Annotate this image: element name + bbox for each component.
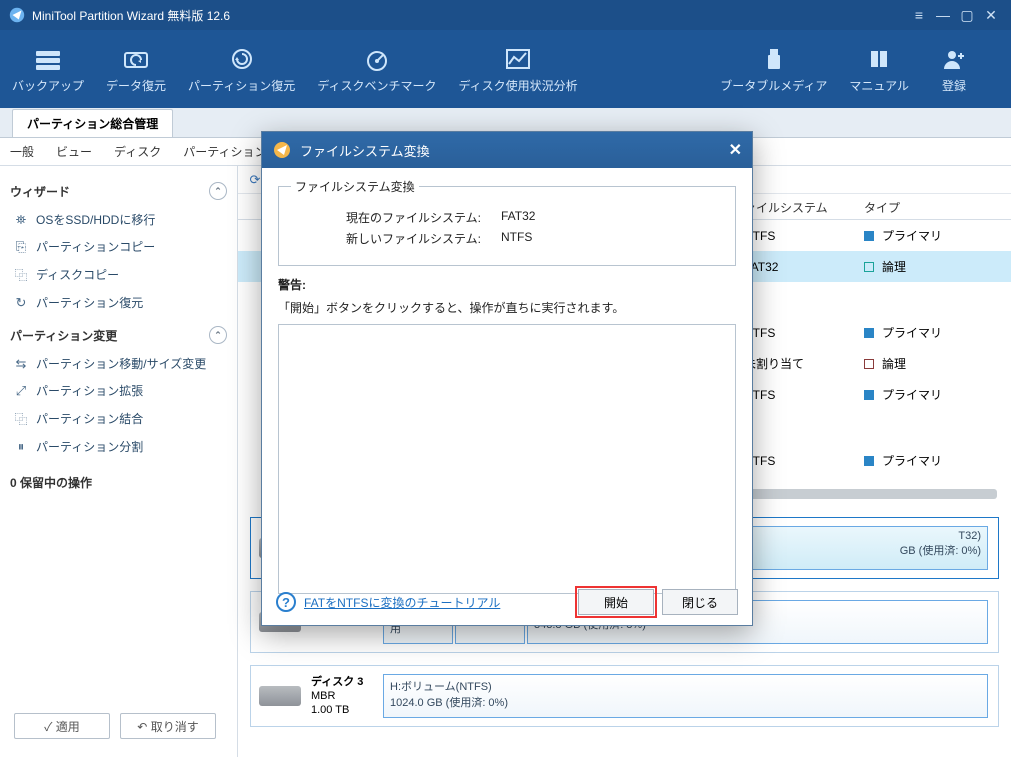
titlebar: MiniTool Partition Wizard 無料版 12.6 ≡ — ▢… [0, 0, 1011, 30]
app-icon [8, 6, 26, 24]
sidebar-merge[interactable]: ⿻パーティション結合 [10, 404, 227, 433]
merge-icon: ⿻ [12, 409, 30, 428]
disk-icon [259, 686, 301, 706]
app-title: MiniTool Partition Wizard 無料版 12.6 [32, 7, 907, 24]
ribbon-register[interactable]: 登録 [931, 45, 977, 94]
sidebar-partition-recovery[interactable]: ↻パーティション復元 [10, 289, 227, 316]
tab-partition-management[interactable]: パーティション総合管理 [12, 109, 173, 137]
dialog-title: ファイルシステム変換 [300, 141, 430, 160]
menu-button[interactable]: ≡ [907, 7, 931, 23]
ribbon-manual[interactable]: マニュアル [849, 45, 909, 94]
menu-partition[interactable]: パーティション [183, 143, 266, 160]
backup-icon [32, 45, 64, 73]
th-filesystem: ァイルシステム [736, 194, 856, 219]
dialog-log-box [278, 324, 736, 594]
sidebar-split[interactable]: ⏸パーティション分割 [10, 433, 227, 460]
th-type: タイプ [856, 194, 1011, 219]
sidebar-wizard-title: ウィザード⌃ [10, 182, 227, 200]
sidebar-extend[interactable]: ⤢パーティション拡張 [10, 377, 227, 404]
start-button[interactable]: 開始 [578, 589, 654, 615]
extend-icon: ⤢ [12, 383, 30, 399]
current-fs-value: FAT32 [501, 209, 535, 226]
ribbon: バックアップ データ復元 パーティション復元 ディスクベンチマーク ディスク使用… [0, 30, 1011, 108]
partition-recovery-icon [226, 45, 258, 73]
chevron-up-icon-2[interactable]: ⌃ [209, 326, 227, 344]
ribbon-backup[interactable]: バックアップ [12, 45, 84, 94]
book-icon [863, 45, 895, 73]
close-dialog-button[interactable]: 閉じる [662, 589, 738, 615]
dialog-note: 「開始」ボタンをクリックすると、操作が直ちに実行されます。 [278, 299, 736, 316]
split-icon: ⏸ [12, 439, 30, 455]
apply-button[interactable]: ✓ 適用 [14, 713, 110, 739]
usage-icon [502, 45, 534, 73]
benchmark-icon [361, 45, 393, 73]
resize-icon: ⇆ [12, 356, 30, 372]
type-square-icon [864, 456, 874, 466]
dialog-legend: ファイルシステム変換 [291, 178, 419, 195]
maximize-button[interactable]: ▢ [955, 7, 979, 24]
new-fs-value: NTFS [501, 230, 532, 247]
type-square-icon [864, 231, 874, 241]
new-fs-label: 新しいファイルシステム: [291, 230, 501, 247]
menu-general[interactable]: 一般 [10, 143, 34, 160]
recovery-icon [120, 45, 152, 73]
ribbon-datarecovery[interactable]: データ復元 [106, 45, 166, 94]
ribbon-benchmark[interactable]: ディスクベンチマーク [317, 45, 436, 94]
dialog-icon [272, 140, 292, 160]
copy-partition-icon: ⎘ [12, 239, 30, 255]
migrate-icon: ⛯ [12, 212, 30, 228]
tutorial-link[interactable]: FATをNTFSに変換のチュートリアル [304, 594, 500, 611]
diskmap-disk3[interactable]: ディスク 3 MBR 1.00 TB H:ボリューム(NTFS) 1024.0 … [250, 665, 999, 727]
user-plus-icon [938, 45, 970, 73]
type-square-icon [864, 359, 874, 369]
type-square-icon [864, 262, 874, 272]
convert-fs-dialog: ファイルシステム変換 ✕ ファイルシステム変換 現在のファイルシステム:FAT3… [261, 131, 753, 626]
sidebar-copy-disk[interactable]: ⿻ディスクコピー [10, 260, 227, 289]
dialog-titlebar: ファイルシステム変換 ✕ [262, 132, 752, 168]
ribbon-diskusage[interactable]: ディスク使用状況分析 [458, 45, 577, 94]
help-icon[interactable]: ? [276, 592, 296, 612]
close-button[interactable]: ✕ [979, 7, 1003, 24]
sidebar-migrate-os[interactable]: ⛯OSをSSD/HDDに移行 [10, 206, 227, 233]
ribbon-partitionrecovery[interactable]: パーティション復元 [188, 45, 295, 94]
usb-icon [758, 45, 790, 73]
copy-disk-icon: ⿻ [12, 265, 30, 284]
undo-button[interactable]: ↶ 取り消す [120, 713, 216, 739]
menu-disk[interactable]: ディスク [114, 143, 161, 160]
sidebar-copy-partition[interactable]: ⎘パーティションコピー [10, 233, 227, 260]
dialog-warn-label: 警告: [278, 276, 736, 293]
pending-operations: 0 保留中の操作 [10, 474, 227, 491]
recover-icon: ↻ [12, 295, 30, 311]
type-square-icon [864, 390, 874, 400]
sidebar-change-title: パーティション変更⌃ [10, 326, 227, 344]
dialog-close-button[interactable]: ✕ [729, 140, 742, 160]
minimize-button[interactable]: — [931, 7, 955, 23]
disk3-info: ディスク 3 MBR 1.00 TB [311, 675, 383, 717]
disk3-region1[interactable]: H:ボリューム(NTFS) 1024.0 GB (使用済: 0%) [383, 674, 988, 718]
dialog-fieldset: ファイルシステム変換 現在のファイルシステム:FAT32 新しいファイルシステム… [278, 178, 736, 266]
chevron-up-icon[interactable]: ⌃ [209, 182, 227, 200]
current-fs-label: 現在のファイルシステム: [291, 209, 501, 226]
ribbon-bootmedia[interactable]: ブータブルメディア [720, 45, 827, 94]
type-square-icon [864, 328, 874, 338]
sidebar-move-resize[interactable]: ⇆パーティション移動/サイズ変更 [10, 350, 227, 377]
sidebar: ウィザード⌃ ⛯OSをSSD/HDDに移行 ⎘パーティションコピー ⿻ディスクコ… [0, 166, 238, 757]
menu-view[interactable]: ビュー [56, 143, 92, 160]
